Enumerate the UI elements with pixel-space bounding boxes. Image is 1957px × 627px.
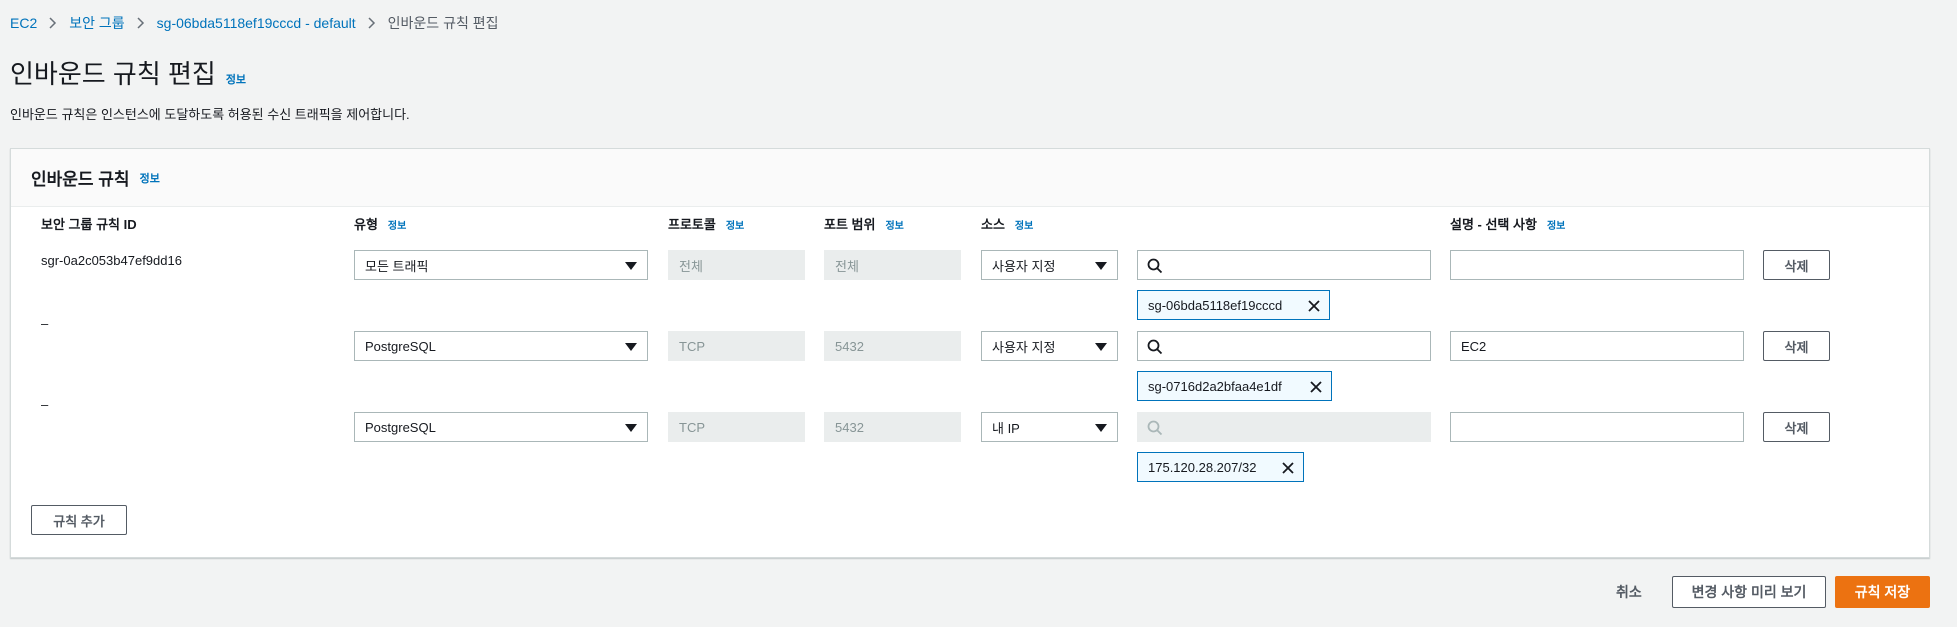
source-select-value: 사용자 지정 <box>992 258 1056 274</box>
column-header-label: 설명 - 선택 사항 <box>1450 217 1537 232</box>
source-token: sg-0716d2a2bfaa4e1df <box>1137 371 1332 401</box>
column-header-label: 포트 범위 <box>824 217 876 232</box>
port-range-info-link[interactable]: 정보 <box>885 217 903 232</box>
inbound-rules-panel: 인바운드 규칙 정보 보안 그룹 규칙 ID 유형 정보 프로토콜 정보 포트 … <box>10 148 1930 558</box>
description-input[interactable]: EC2 <box>1450 331 1744 361</box>
port-range-field: 전체 <box>824 250 961 280</box>
delete-button[interactable]: 삭제 <box>1763 412 1830 442</box>
save-rules-button[interactable]: 규칙 저장 <box>1835 576 1930 608</box>
column-header-rule-id: 보안 그룹 규칙 ID <box>41 214 137 233</box>
caret-down-icon <box>625 343 637 351</box>
protocol-field: TCP <box>668 412 805 442</box>
column-header-label: 보안 그룹 규칙 ID <box>41 217 137 232</box>
rule-id: – <box>41 397 49 412</box>
cancel-button[interactable]: 취소 <box>1616 582 1642 602</box>
add-rule-button[interactable]: 규칙 추가 <box>31 505 127 535</box>
source-select[interactable]: 사용자 지정 <box>981 250 1118 280</box>
rule-id: sgr-0a2c053b47ef9dd16 <box>41 253 182 268</box>
delete-button[interactable]: 삭제 <box>1763 250 1830 280</box>
source-select[interactable]: 내 IP <box>981 412 1118 442</box>
close-icon[interactable] <box>1309 380 1323 397</box>
caret-down-icon <box>1095 343 1107 351</box>
delete-button[interactable]: 삭제 <box>1763 331 1830 361</box>
description-input[interactable] <box>1450 412 1744 442</box>
page-description: 인바운드 규칙은 인스턴스에 도달하도록 허용된 수신 트래픽을 제어합니다. <box>10 107 410 122</box>
column-header-description: 설명 - 선택 사항 정보 <box>1450 214 1565 233</box>
type-select-value: PostgreSQL <box>365 419 436 435</box>
breadcrumb-security-group-id[interactable]: sg-06bda5118ef19cccd - default <box>157 15 356 31</box>
panel-title: 인바운드 규칙 <box>31 170 130 189</box>
page-title-text: 인바운드 규칙 편집 <box>10 59 216 89</box>
type-select-value: PostgreSQL <box>365 338 436 354</box>
source-token-label: sg-0716d2a2bfaa4e1df <box>1148 378 1282 394</box>
source-search-input[interactable] <box>1137 331 1431 361</box>
source-search-input <box>1137 412 1431 442</box>
description-input[interactable] <box>1450 250 1744 280</box>
source-token-label: 175.120.28.207/32 <box>1148 459 1257 475</box>
type-select[interactable]: 모든 트래픽 <box>354 250 648 280</box>
source-search-input[interactable] <box>1137 250 1431 280</box>
page-title: 인바운드 규칙 편집 정보 <box>10 54 246 91</box>
source-select-value: 내 IP <box>992 420 1020 436</box>
caret-down-icon <box>1095 262 1107 270</box>
type-select-value: 모든 트래픽 <box>365 258 429 274</box>
source-select-value: 사용자 지정 <box>992 339 1056 355</box>
column-header-port-range: 포트 범위 정보 <box>824 214 904 233</box>
caret-down-icon <box>625 262 637 270</box>
description-info-link[interactable]: 정보 <box>1547 217 1565 232</box>
port-range-field: 5432 <box>824 331 961 361</box>
search-icon <box>1147 420 1163 439</box>
caret-down-icon <box>1095 424 1107 432</box>
column-header-type: 유형 정보 <box>354 214 406 233</box>
column-header-label: 소스 <box>981 217 1005 232</box>
protocol-info-link[interactable]: 정보 <box>726 217 744 232</box>
column-header-source: 소스 정보 <box>981 214 1033 233</box>
type-info-link[interactable]: 정보 <box>388 217 406 232</box>
panel-info-link[interactable]: 정보 <box>140 170 160 186</box>
caret-down-icon <box>625 424 637 432</box>
column-header-protocol: 프로토콜 정보 <box>668 214 744 233</box>
breadcrumb-current: 인바운드 규칙 편집 <box>387 15 499 31</box>
chevron-right-icon <box>368 17 376 29</box>
protocol-field: 전체 <box>668 250 805 280</box>
close-icon[interactable] <box>1281 461 1295 478</box>
breadcrumb-ec2[interactable]: EC2 <box>10 15 37 31</box>
source-token: sg-06bda5118ef19cccd <box>1137 290 1330 320</box>
port-range-field: 5432 <box>824 412 961 442</box>
search-icon <box>1147 258 1163 277</box>
rule-id: – <box>41 316 49 331</box>
source-token: 175.120.28.207/32 <box>1137 452 1304 482</box>
close-icon[interactable] <box>1307 299 1321 316</box>
column-header-label: 유형 <box>354 217 378 232</box>
preview-changes-button[interactable]: 변경 사항 미리 보기 <box>1672 576 1826 608</box>
chevron-right-icon <box>49 17 57 29</box>
source-token-label: sg-06bda5118ef19cccd <box>1148 297 1283 313</box>
column-header-label: 프로토콜 <box>668 217 716 232</box>
chevron-right-icon <box>137 17 145 29</box>
type-select[interactable]: PostgreSQL <box>354 331 648 361</box>
breadcrumb: EC2 보안 그룹 sg-06bda5118ef19cccd - default… <box>10 13 498 33</box>
source-info-link[interactable]: 정보 <box>1015 217 1033 232</box>
page-info-link[interactable]: 정보 <box>226 71 246 87</box>
panel-header: 인바운드 규칙 정보 <box>11 149 1929 207</box>
protocol-field: TCP <box>668 331 805 361</box>
search-icon <box>1147 339 1163 358</box>
breadcrumb-security-groups[interactable]: 보안 그룹 <box>69 13 124 33</box>
type-select[interactable]: PostgreSQL <box>354 412 648 442</box>
source-select[interactable]: 사용자 지정 <box>981 331 1118 361</box>
